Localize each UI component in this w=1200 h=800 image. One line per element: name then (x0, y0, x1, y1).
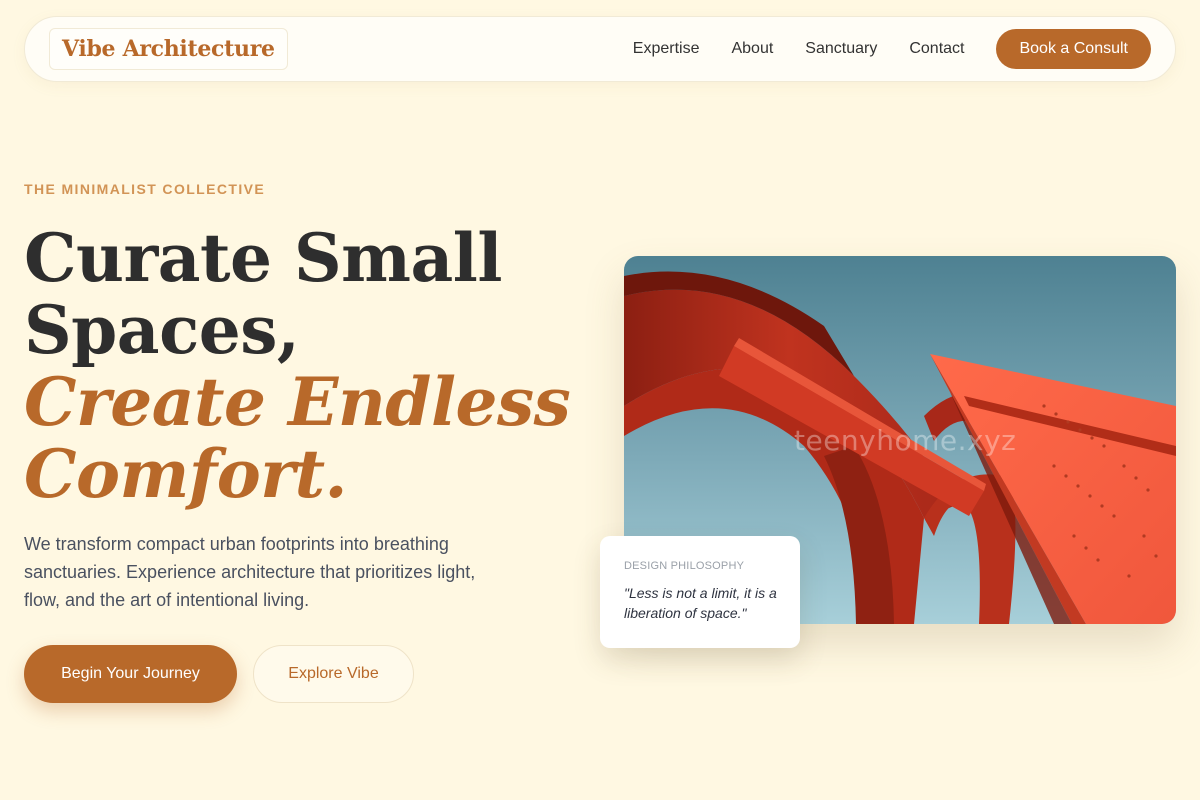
begin-journey-button[interactable]: Begin Your Journey (24, 645, 237, 703)
headline-line-1: Curate Small (24, 219, 502, 297)
image-watermark: teenyhome.xyz (794, 424, 1017, 457)
book-consult-button[interactable]: Book a Consult (996, 29, 1151, 69)
top-navbar: Vibe Architecture Expertise About Sanctu… (24, 16, 1176, 82)
quote-card-text: "Less is not a limit, it is a liberation… (624, 585, 777, 621)
design-philosophy-card: DESIGN PHILOSOPHY "Less is not a limit, … (600, 536, 800, 648)
nav-link-expertise[interactable]: Expertise (633, 40, 700, 58)
headline-accent-line-1: Create Endless (24, 363, 571, 441)
nav-link-sanctuary[interactable]: Sanctuary (805, 40, 877, 58)
hero-headline: Curate Small Spaces, Create Endless Comf… (24, 222, 584, 510)
explore-vibe-button[interactable]: Explore Vibe (253, 645, 414, 703)
nav-link-contact[interactable]: Contact (909, 40, 964, 58)
nav-links: Expertise About Sanctuary Contact Book a… (633, 29, 1151, 69)
headline-accent-line-2: Comfort. (24, 435, 348, 513)
brand-logo[interactable]: Vibe Architecture (49, 28, 288, 70)
quote-card-label: DESIGN PHILOSOPHY (624, 560, 745, 572)
hero-eyebrow: THE MINIMALIST COLLECTIVE (24, 181, 266, 197)
hero-description: We transform compact urban footprints in… (24, 534, 476, 610)
nav-link-about[interactable]: About (731, 40, 773, 58)
headline-line-2: Spaces, (24, 291, 300, 369)
